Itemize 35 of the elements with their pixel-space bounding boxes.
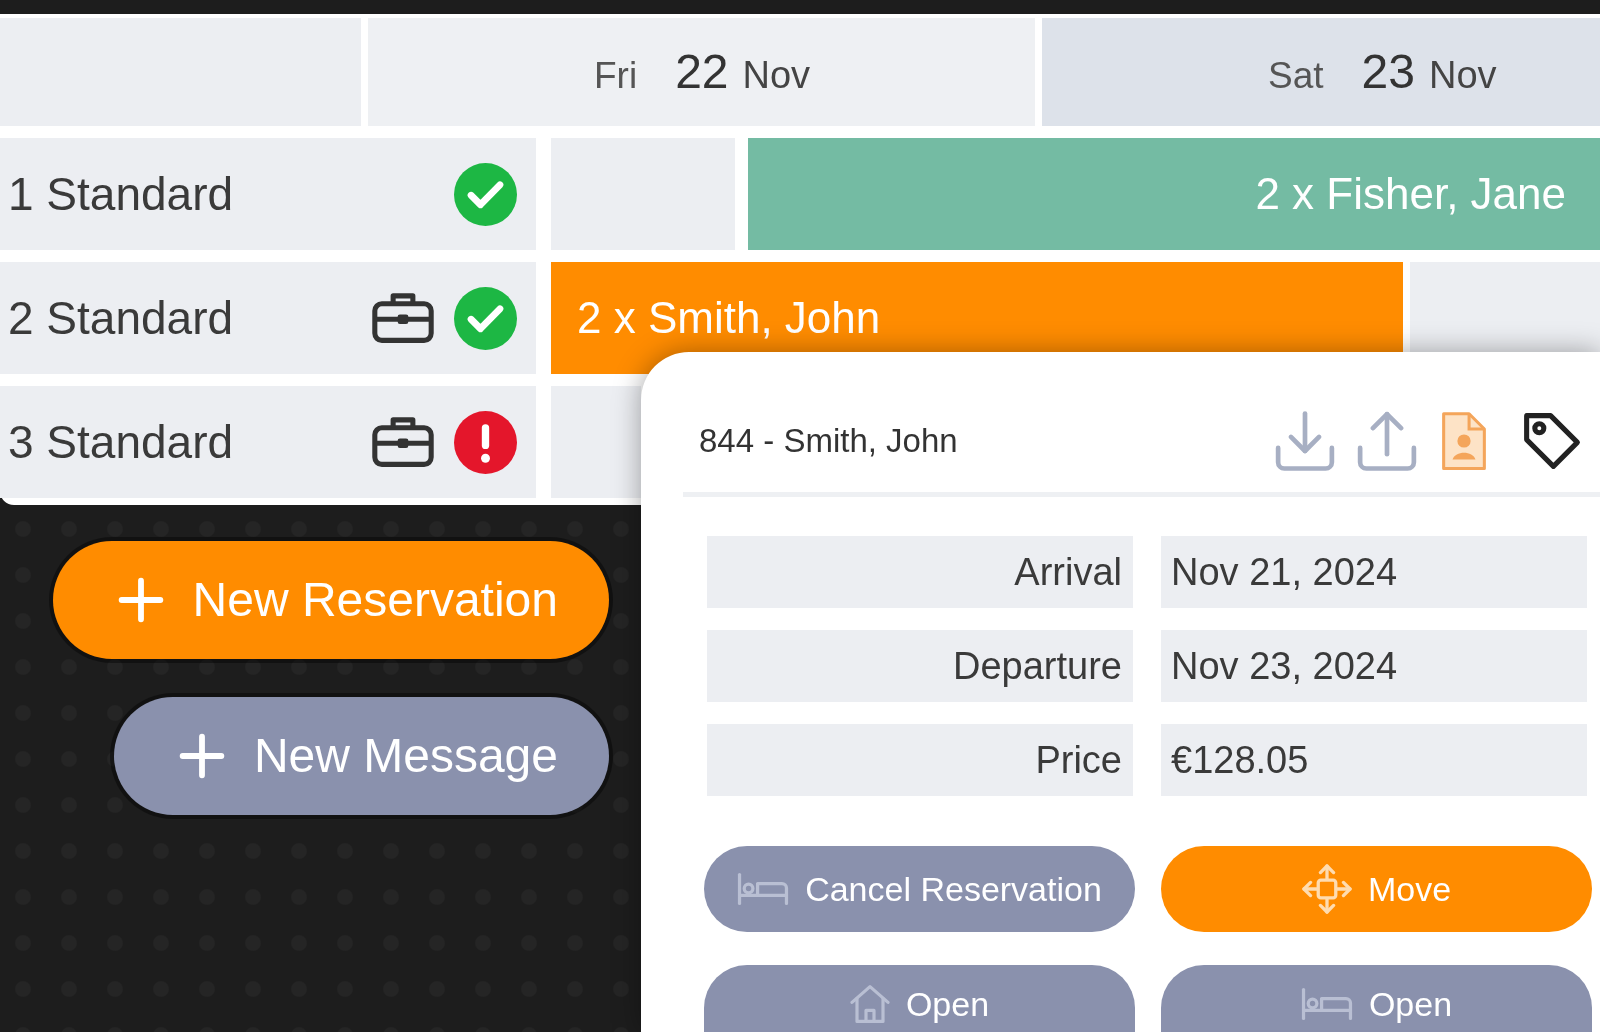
field-value: Nov 23, 2024 [1161,630,1587,702]
open-button[interactable]: Open [1161,965,1592,1032]
house-icon [849,983,890,1024]
download-icon[interactable] [1275,411,1335,471]
document-icon[interactable] [1441,412,1487,470]
weekday-label: Fri [594,54,638,98]
day-number: 22 [675,44,729,100]
booking-label: 2 x Smith, John [577,292,881,344]
room-label: 2 Standard [8,291,234,345]
booking-label: 2 x Fisher, Jane [1255,168,1566,220]
field-value: €128.05 [1161,724,1587,796]
move-button[interactable]: Move [1161,846,1592,932]
move-icon [1301,864,1352,914]
weekday-label: Sat [1268,54,1324,98]
new-reservation-button[interactable]: New Reservation [52,541,609,659]
field-value: Nov 21, 2024 [1161,536,1587,608]
day-number: 23 [1361,44,1415,100]
cancel-reservation-button[interactable]: Cancel Reservation [704,846,1135,932]
month-label: Nov [1428,53,1497,98]
upload-icon[interactable] [1357,411,1417,471]
open-button[interactable]: Open [704,965,1135,1032]
plus-icon [178,733,225,779]
tag-icon[interactable] [1521,410,1583,472]
field-label: Departure [707,630,1133,702]
popup-title: 844 - Smith, John [699,421,958,462]
room-label: 1 Standard [8,167,234,221]
new-message-button[interactable]: New Message [113,697,609,815]
month-label: Nov [742,53,811,98]
bed-icon [1300,986,1353,1021]
booking-bar[interactable]: 2 x Fisher, Jane [748,138,1600,250]
field-label: Arrival [707,536,1133,608]
room-label: 3 Standard [8,415,234,469]
field-label: Price [707,724,1133,796]
bed-icon [737,872,790,906]
plus-icon [117,577,164,623]
